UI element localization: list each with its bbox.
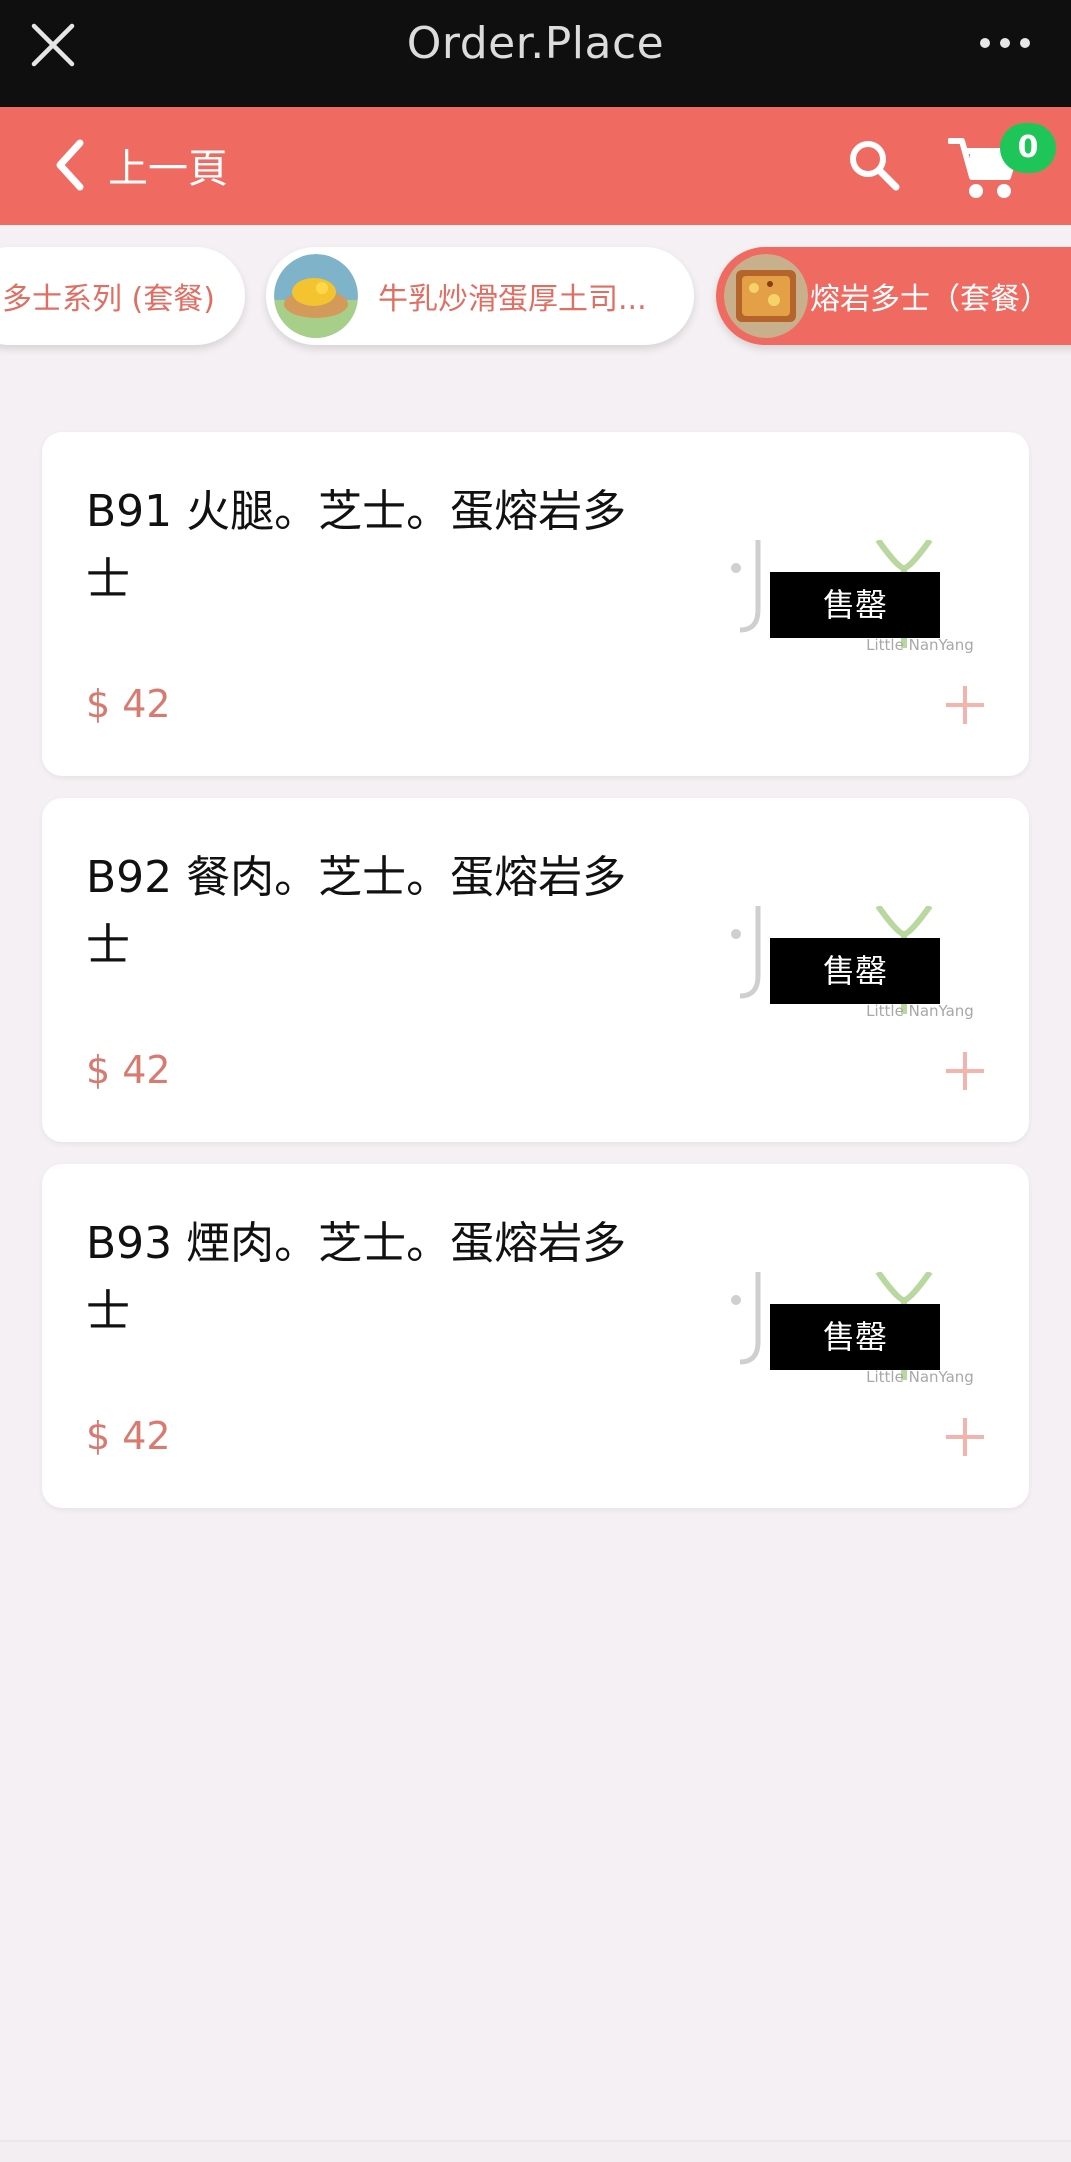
category-tabs: 多士系列 (套餐) 牛乳炒滑蛋厚土司... 熔岩多士（套餐） — [0, 225, 1071, 365]
title-bar: Order.Place — [0, 0, 1071, 107]
product-name: B92 餐肉。芝士。蛋熔岩多士 — [86, 852, 627, 971]
plus-icon — [946, 1052, 984, 1090]
category-label: 牛乳炒滑蛋厚土司... — [378, 282, 647, 317]
app-title: Order.Place — [406, 18, 665, 69]
category-label: 多士系列 (套餐) — [2, 282, 215, 317]
bottom-edge — [0, 2140, 1071, 2162]
svg-text:Little NanYang: Little NanYang — [866, 1368, 974, 1386]
category-thumbnail — [274, 254, 358, 338]
category-tab-lava-toast-set[interactable]: 熔岩多士（套餐） — [716, 247, 1071, 345]
plus-icon — [946, 686, 984, 724]
back-button[interactable]: 上一頁 — [52, 137, 228, 193]
plus-icon — [946, 1418, 984, 1456]
add-button[interactable] — [930, 1036, 1000, 1106]
add-button[interactable] — [930, 1402, 1000, 1472]
product-card[interactable]: B91 火腿。芝士。蛋熔岩多士 Little NanYang 售罄 $ 42 — [42, 432, 1029, 776]
search-icon[interactable] — [846, 137, 902, 193]
add-button[interactable] — [930, 670, 1000, 740]
category-tab-toast-set[interactable]: 多士系列 (套餐) — [0, 247, 245, 345]
sold-out-label: 售罄 — [770, 938, 940, 1004]
svg-text:Little NanYang: Little NanYang — [866, 1002, 974, 1020]
product-name: B91 火腿。芝士。蛋熔岩多士 — [86, 486, 627, 605]
nav-bar: 上一頁 0 — [0, 107, 1071, 225]
category-tab-milk-egg-toast[interactable]: 牛乳炒滑蛋厚土司... — [266, 247, 694, 345]
cart-count-badge: 0 — [1000, 123, 1056, 173]
product-price: $ 42 — [86, 1414, 171, 1458]
product-name: B93 煙肉。芝士。蛋熔岩多士 — [86, 1218, 627, 1337]
product-card[interactable]: B92 餐肉。芝士。蛋熔岩多士 Little NanYang 售罄 $ 42 — [42, 798, 1029, 1142]
product-price: $ 42 — [86, 1048, 171, 1092]
product-card[interactable]: B93 煙肉。芝士。蛋熔岩多士 Little NanYang 售罄 $ 42 — [42, 1164, 1029, 1508]
sold-out-label: 售罄 — [770, 572, 940, 638]
category-label: 熔岩多士（套餐） — [810, 282, 1050, 317]
more-icon[interactable] — [977, 30, 1033, 56]
category-thumbnail — [724, 254, 808, 338]
sold-out-label: 售罄 — [770, 1304, 940, 1370]
product-price: $ 42 — [86, 682, 171, 726]
svg-text:Little NanYang: Little NanYang — [866, 636, 974, 654]
chevron-left-icon — [56, 139, 84, 191]
back-label: 上一頁 — [108, 146, 228, 192]
